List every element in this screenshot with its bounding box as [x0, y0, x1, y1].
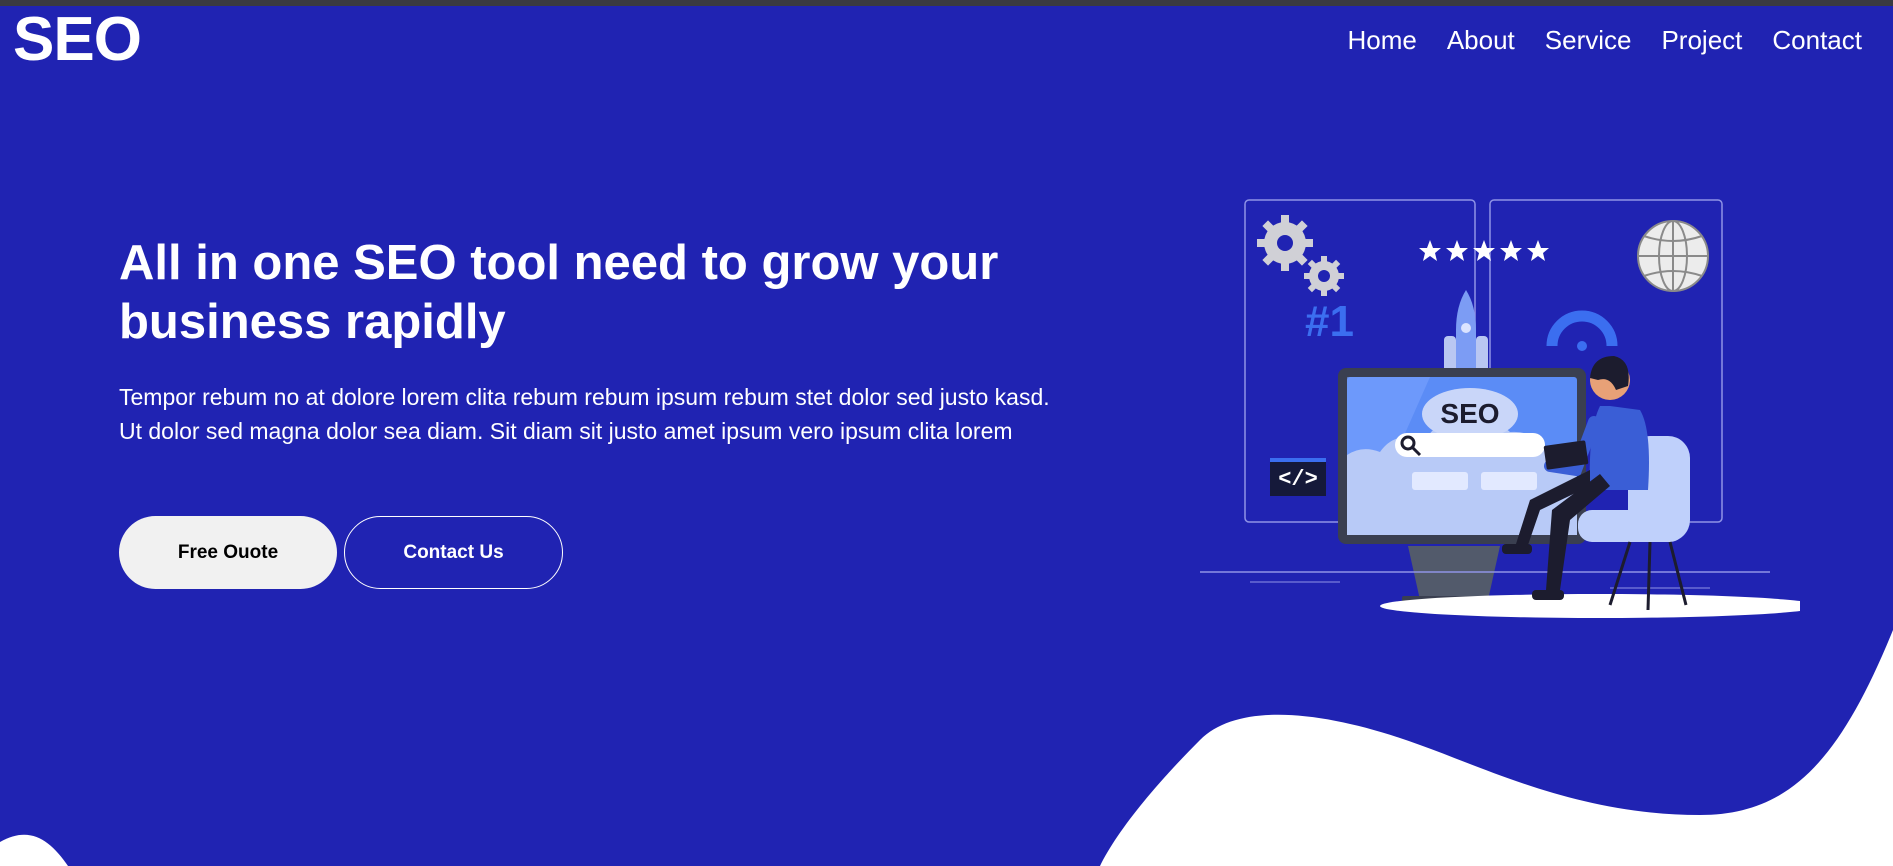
- globe-icon: [1637, 220, 1709, 292]
- speedometer-icon: [1546, 310, 1618, 351]
- rating-stars: [1419, 240, 1549, 261]
- gear-icon: [1257, 215, 1344, 296]
- monitor-seo-label: SEO: [1440, 398, 1499, 429]
- seo-illustration: #1 </> SEO: [1200, 199, 1800, 618]
- code-badge: </>: [1278, 467, 1318, 492]
- rank-badge: #1: [1305, 297, 1354, 346]
